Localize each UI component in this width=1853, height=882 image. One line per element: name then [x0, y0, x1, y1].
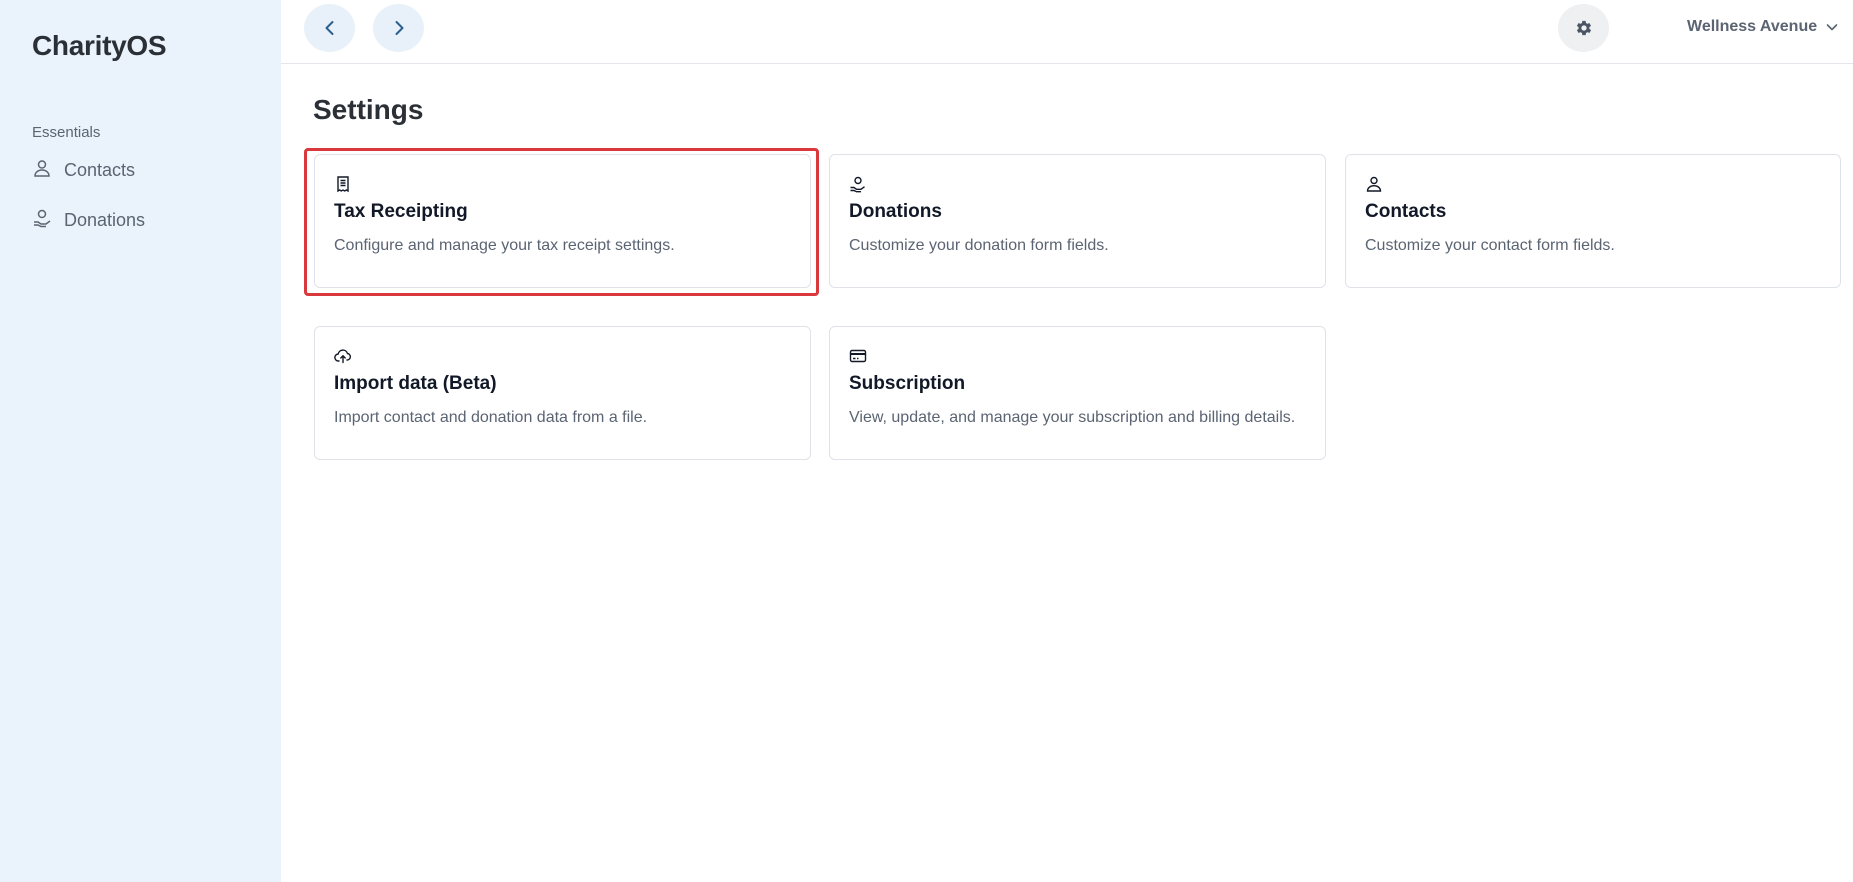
card-title: Tax Receipting — [334, 201, 468, 222]
sidebar-item-label: Contacts — [64, 159, 136, 180]
sidebar: CharityOS Essentials Contacts Donations — [0, 0, 281, 882]
person-icon — [1365, 175, 1383, 193]
brand-logo[interactable]: CharityOS — [32, 30, 167, 62]
gear-icon — [1576, 20, 1591, 36]
forward-button[interactable] — [373, 4, 424, 52]
sidebar-section-label: Essentials — [32, 124, 101, 141]
sidebar-item-donations[interactable]: Donations — [32, 206, 145, 234]
card-description: Import contact and donation data from a … — [334, 409, 648, 426]
card-title: Import data (Beta) — [334, 373, 497, 394]
person-icon — [32, 158, 52, 183]
settings-card-tax-receipting[interactable]: Tax Receipting Configure and manage your… — [314, 154, 811, 288]
top-bar: Wellness Avenue — [281, 0, 1853, 64]
receipt-icon — [334, 175, 352, 193]
settings-card-import-data[interactable]: Import data (Beta) Import contact and do… — [314, 326, 811, 460]
chevron-left-icon — [325, 21, 333, 35]
page-title: Settings — [313, 94, 424, 125]
organization-name: Wellness Avenue — [1687, 18, 1818, 35]
card-title: Contacts — [1365, 201, 1447, 222]
sidebar-item-label: Donations — [64, 209, 146, 230]
chevron-right-icon — [395, 21, 403, 35]
cloud-upload-icon — [334, 347, 352, 365]
card-description: Configure and manage your tax receipt se… — [334, 237, 675, 254]
organization-switcher[interactable]: Wellness Avenue — [1687, 18, 1839, 36]
card-title: Donations — [849, 201, 942, 222]
hand-coin-icon — [849, 175, 867, 193]
settings-card-donations[interactable]: Donations Customize your donation form f… — [829, 154, 1326, 288]
settings-card-subscription[interactable]: Subscription View, update, and manage yo… — [829, 326, 1326, 460]
settings-card-contacts[interactable]: Contacts Customize your contact form fie… — [1345, 154, 1841, 288]
settings-button[interactable] — [1558, 4, 1609, 52]
sidebar-item-contacts[interactable]: Contacts — [32, 156, 135, 184]
back-button[interactable] — [304, 4, 355, 52]
card-description: Customize your contact form fields. — [1365, 237, 1615, 254]
chevron-down-icon — [1826, 24, 1838, 31]
card-title: Subscription — [849, 373, 966, 394]
card-description: View, update, and manage your subscripti… — [849, 409, 1296, 426]
card-description: Customize your donation form fields. — [849, 237, 1109, 254]
hand-coin-icon — [32, 208, 52, 233]
credit-card-icon — [849, 347, 867, 365]
